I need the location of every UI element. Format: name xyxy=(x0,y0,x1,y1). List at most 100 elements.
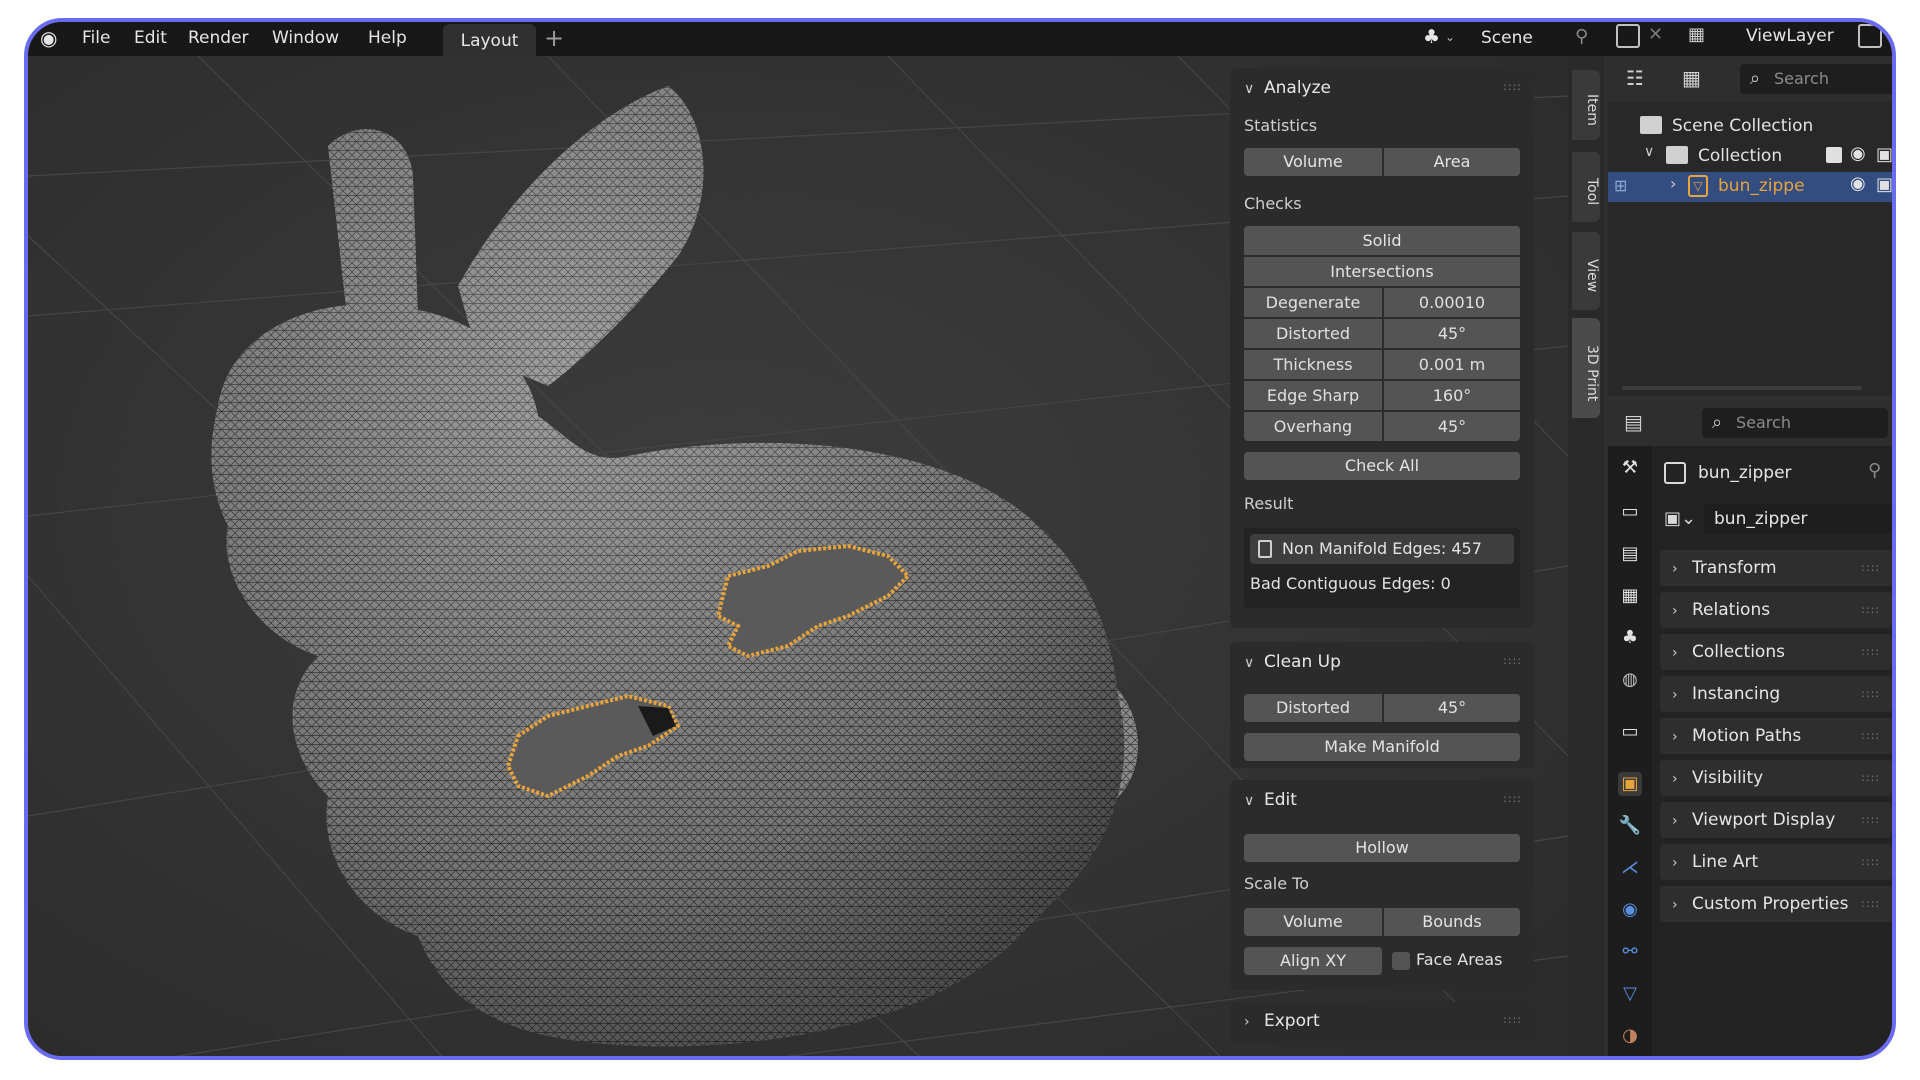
menu-file[interactable]: File xyxy=(82,28,110,48)
panel-instancing[interactable]: › Instancing:::: xyxy=(1660,676,1892,712)
drag-handle-icon[interactable]: :::: xyxy=(1861,592,1880,628)
output-tab-icon[interactable]: ▤ xyxy=(1618,542,1642,566)
drag-handle-icon[interactable]: :::: xyxy=(1503,654,1522,667)
object-name-field[interactable]: bun_zipper xyxy=(1704,504,1892,534)
include-checkbox[interactable] xyxy=(1826,147,1842,163)
material-tab-icon[interactable]: ◑ xyxy=(1618,1024,1642,1048)
constraints-tab-icon[interactable]: ⚯ xyxy=(1618,940,1642,964)
outliner-object-row[interactable]: ⊞ › ▽ bun_zippe ◉ ▣ xyxy=(1608,172,1892,202)
intersections-button[interactable]: Intersections xyxy=(1244,257,1520,286)
view-layer-icon[interactable]: ▦ xyxy=(1688,24,1705,45)
display-mode-icon[interactable]: ☷ xyxy=(1626,66,1644,90)
new-scene-icon[interactable] xyxy=(1616,24,1640,48)
blender-logo-icon[interactable]: ◉ xyxy=(40,26,57,50)
analyze-header[interactable]: ∨ Analyze xyxy=(1244,78,1331,98)
panel-custom-properties[interactable]: › Custom Properties:::: xyxy=(1660,886,1892,922)
panel-line-art[interactable]: › Line Art:::: xyxy=(1660,844,1892,880)
scale-bounds-button[interactable]: Bounds xyxy=(1384,908,1520,936)
world-tab-icon[interactable]: ◍ xyxy=(1618,668,1642,692)
edge-sharp-value[interactable]: 160° xyxy=(1384,381,1520,410)
tab-layout[interactable]: Layout xyxy=(443,24,536,56)
chevron-down-icon[interactable]: ∨ xyxy=(1644,144,1654,160)
menu-help[interactable]: Help xyxy=(368,28,407,48)
properties-search-input[interactable]: ⌕ Search xyxy=(1702,408,1888,438)
eye-icon[interactable]: ◉ xyxy=(1850,143,1866,164)
drag-handle-icon[interactable]: :::: xyxy=(1503,792,1522,805)
close-icon[interactable]: ✕ xyxy=(1648,24,1663,45)
menu-render[interactable]: Render xyxy=(188,28,249,48)
data-tab-icon[interactable]: ▽ xyxy=(1618,982,1642,1006)
drag-handle-icon[interactable]: :::: xyxy=(1861,676,1880,712)
collection-tab-icon[interactable]: ▭ xyxy=(1618,720,1642,744)
eye-icon[interactable]: ◉ xyxy=(1850,173,1866,194)
panel-transform[interactable]: › Transform:::: xyxy=(1660,550,1892,586)
pin-icon[interactable]: ⚲ xyxy=(1868,460,1881,481)
physics-tab-icon[interactable]: ◉ xyxy=(1618,898,1642,922)
cleanup-distorted-value[interactable]: 45° xyxy=(1384,694,1520,722)
drag-handle-icon[interactable]: :::: xyxy=(1861,844,1880,880)
object-browse-icon[interactable]: ▣⌄ xyxy=(1664,508,1698,532)
outliner-scrollbar[interactable] xyxy=(1622,386,1862,390)
render-tab-icon[interactable]: ▭ xyxy=(1618,500,1642,524)
make-manifold-button[interactable]: Make Manifold xyxy=(1244,733,1520,761)
drag-handle-icon[interactable]: :::: xyxy=(1861,634,1880,670)
panel-relations[interactable]: › Relations:::: xyxy=(1660,592,1892,628)
outliner-search-input[interactable]: ⌕ Search xyxy=(1740,64,1892,94)
menu-window[interactable]: Window xyxy=(272,28,339,48)
cleanup-header[interactable]: ∨ Clean Up xyxy=(1244,652,1341,672)
drag-handle-icon[interactable]: :::: xyxy=(1861,886,1880,922)
filter-icon[interactable]: ▦ xyxy=(1682,66,1701,90)
panel-motion-paths[interactable]: › Motion Paths:::: xyxy=(1660,718,1892,754)
modifier-tab-icon[interactable]: 🔧 xyxy=(1618,814,1642,838)
drag-handle-icon[interactable]: :::: xyxy=(1861,550,1880,586)
area-button[interactable]: Area xyxy=(1384,148,1520,176)
chevron-right-icon[interactable]: › xyxy=(1670,174,1676,193)
align-xy-button[interactable]: Align XY xyxy=(1244,947,1382,975)
view-layer-name[interactable]: ViewLayer xyxy=(1746,26,1834,46)
scale-volume-button[interactable]: Volume xyxy=(1244,908,1382,936)
degenerate-value[interactable]: 0.00010 xyxy=(1384,288,1520,317)
hollow-button[interactable]: Hollow xyxy=(1244,834,1520,862)
menu-edit[interactable]: Edit xyxy=(134,28,167,48)
overhang-value[interactable]: 45° xyxy=(1384,412,1520,441)
tab-3d-print[interactable]: 3D Print xyxy=(1572,318,1600,418)
editor-type-icon[interactable]: ▤ xyxy=(1624,410,1643,434)
degenerate-button[interactable]: Degenerate xyxy=(1244,288,1382,317)
solid-button[interactable]: Solid xyxy=(1244,226,1520,255)
new-view-layer-icon[interactable] xyxy=(1858,24,1882,48)
panel-collections[interactable]: › Collections:::: xyxy=(1660,634,1892,670)
camera-icon[interactable]: ▣ xyxy=(1876,144,1892,165)
drag-handle-icon[interactable]: :::: xyxy=(1503,80,1522,93)
object-tab-icon[interactable]: ▣ xyxy=(1618,772,1642,796)
face-areas-checkbox[interactable] xyxy=(1392,952,1410,970)
drag-handle-icon[interactable]: :::: xyxy=(1861,760,1880,796)
non-manifold-result[interactable]: Non Manifold Edges: 457 xyxy=(1250,534,1514,564)
check-all-button[interactable]: Check All xyxy=(1244,452,1520,480)
drag-handle-icon[interactable]: :::: xyxy=(1503,1013,1522,1026)
export-header[interactable]: › Export xyxy=(1244,1011,1320,1031)
particles-tab-icon[interactable]: ⋌ xyxy=(1618,856,1642,880)
edit-header[interactable]: ∨ Edit xyxy=(1244,790,1297,810)
camera-icon[interactable]: ▣ xyxy=(1876,174,1892,195)
outliner-scene-collection[interactable]: Scene Collection xyxy=(1608,112,1892,142)
volume-button[interactable]: Volume xyxy=(1244,148,1382,176)
view-layer-tab-icon[interactable]: ▦ xyxy=(1618,584,1642,608)
cleanup-distorted-button[interactable]: Distorted xyxy=(1244,694,1382,722)
scene-tab-icon[interactable]: ♣ xyxy=(1618,626,1642,650)
edge-sharp-button[interactable]: Edge Sharp xyxy=(1244,381,1382,410)
tool-tab-icon[interactable]: ⚒ xyxy=(1618,456,1642,480)
tab-view[interactable]: View xyxy=(1572,232,1600,310)
distorted-button[interactable]: Distorted xyxy=(1244,319,1382,348)
overhang-button[interactable]: Overhang xyxy=(1244,412,1382,441)
tab-tool[interactable]: Tool xyxy=(1572,152,1600,222)
thickness-value[interactable]: 0.001 m xyxy=(1384,350,1520,379)
distorted-value[interactable]: 45° xyxy=(1384,319,1520,348)
thickness-button[interactable]: Thickness xyxy=(1244,350,1382,379)
pin-icon[interactable]: ⚲ xyxy=(1575,26,1588,47)
outliner-collection[interactable]: ∨ Collection ◉ ▣ xyxy=(1608,142,1892,172)
tab-item[interactable]: Item xyxy=(1572,70,1600,140)
add-workspace-button[interactable]: + xyxy=(544,24,564,52)
panel-viewport-display[interactable]: › Viewport Display:::: xyxy=(1660,802,1892,838)
scene-selector[interactable]: ♣ ⌄ Scene ⚲ xyxy=(1423,24,1613,54)
drag-handle-icon[interactable]: :::: xyxy=(1861,718,1880,754)
